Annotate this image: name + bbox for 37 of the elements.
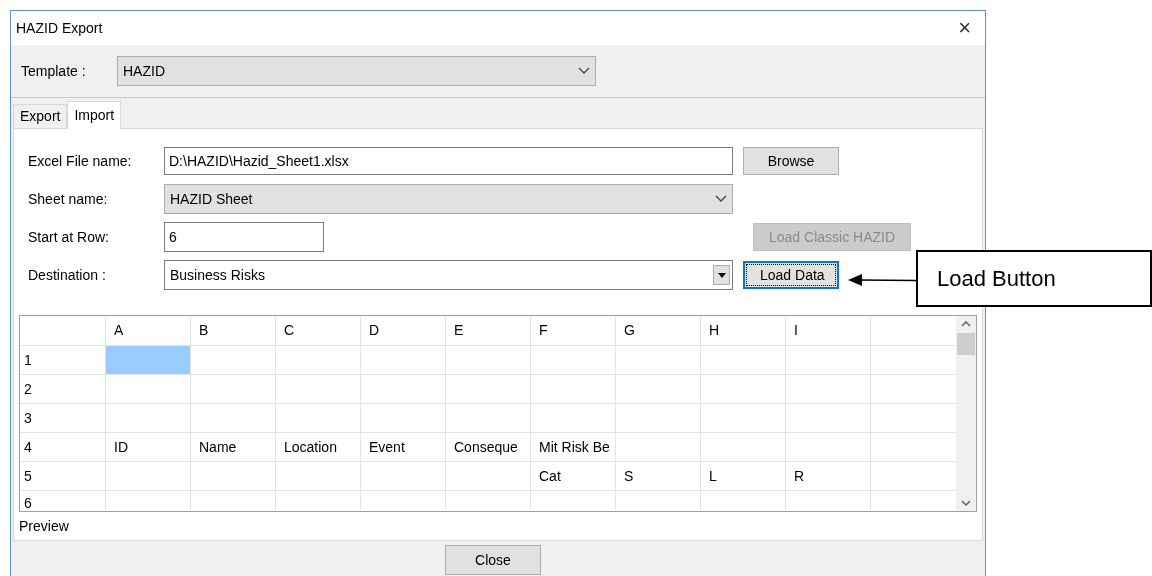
chevron-down-icon[interactable] xyxy=(961,500,971,506)
field-label: Sheet name: xyxy=(28,189,109,209)
chevron-down-icon xyxy=(715,195,727,203)
column-header: A xyxy=(106,316,191,345)
window-title: HAZID Export xyxy=(16,18,103,38)
chevron-down-icon xyxy=(578,67,590,75)
destination-combo[interactable]: Business Risks xyxy=(164,260,733,290)
close-button[interactable]: Close xyxy=(445,545,541,575)
column-header: C xyxy=(276,316,361,345)
table-cell[interactable] xyxy=(106,346,191,374)
input-field[interactable]: 6 xyxy=(164,222,324,252)
action-button[interactable]: Browse xyxy=(743,147,839,175)
dropdown-arrow-button[interactable] xyxy=(713,265,730,285)
template-dropdown[interactable]: HAZID xyxy=(117,56,596,86)
field-label: Start at Row: xyxy=(28,227,110,247)
column-header: I xyxy=(786,316,871,345)
column-header: D xyxy=(361,316,446,345)
column-header: E xyxy=(446,316,531,345)
tab[interactable]: Import xyxy=(67,101,122,129)
scrollbar-thumb[interactable] xyxy=(957,333,975,355)
column-header: H xyxy=(701,316,786,345)
column-header: F xyxy=(531,316,616,345)
field-label: Excel File name: xyxy=(28,151,133,171)
tab[interactable]: Export xyxy=(13,104,68,128)
callout-box: Load Button xyxy=(916,250,1152,307)
close-button[interactable]: × xyxy=(954,17,975,39)
column-header: G xyxy=(616,316,701,345)
scrollbar[interactable] xyxy=(956,316,976,511)
action-button[interactable]: Load Data xyxy=(743,261,839,289)
preview-label: Preview xyxy=(19,516,69,536)
template-label: Template : xyxy=(21,61,87,81)
field-label: Destination : xyxy=(28,265,107,285)
input-field[interactable]: D:\HAZID\Hazid_Sheet1.xlsx xyxy=(164,147,733,175)
triangle-down-icon xyxy=(717,272,726,278)
sheet-dropdown[interactable]: HAZID Sheet xyxy=(164,184,733,214)
column-header: B xyxy=(191,316,276,345)
chevron-up-icon[interactable] xyxy=(961,321,971,327)
